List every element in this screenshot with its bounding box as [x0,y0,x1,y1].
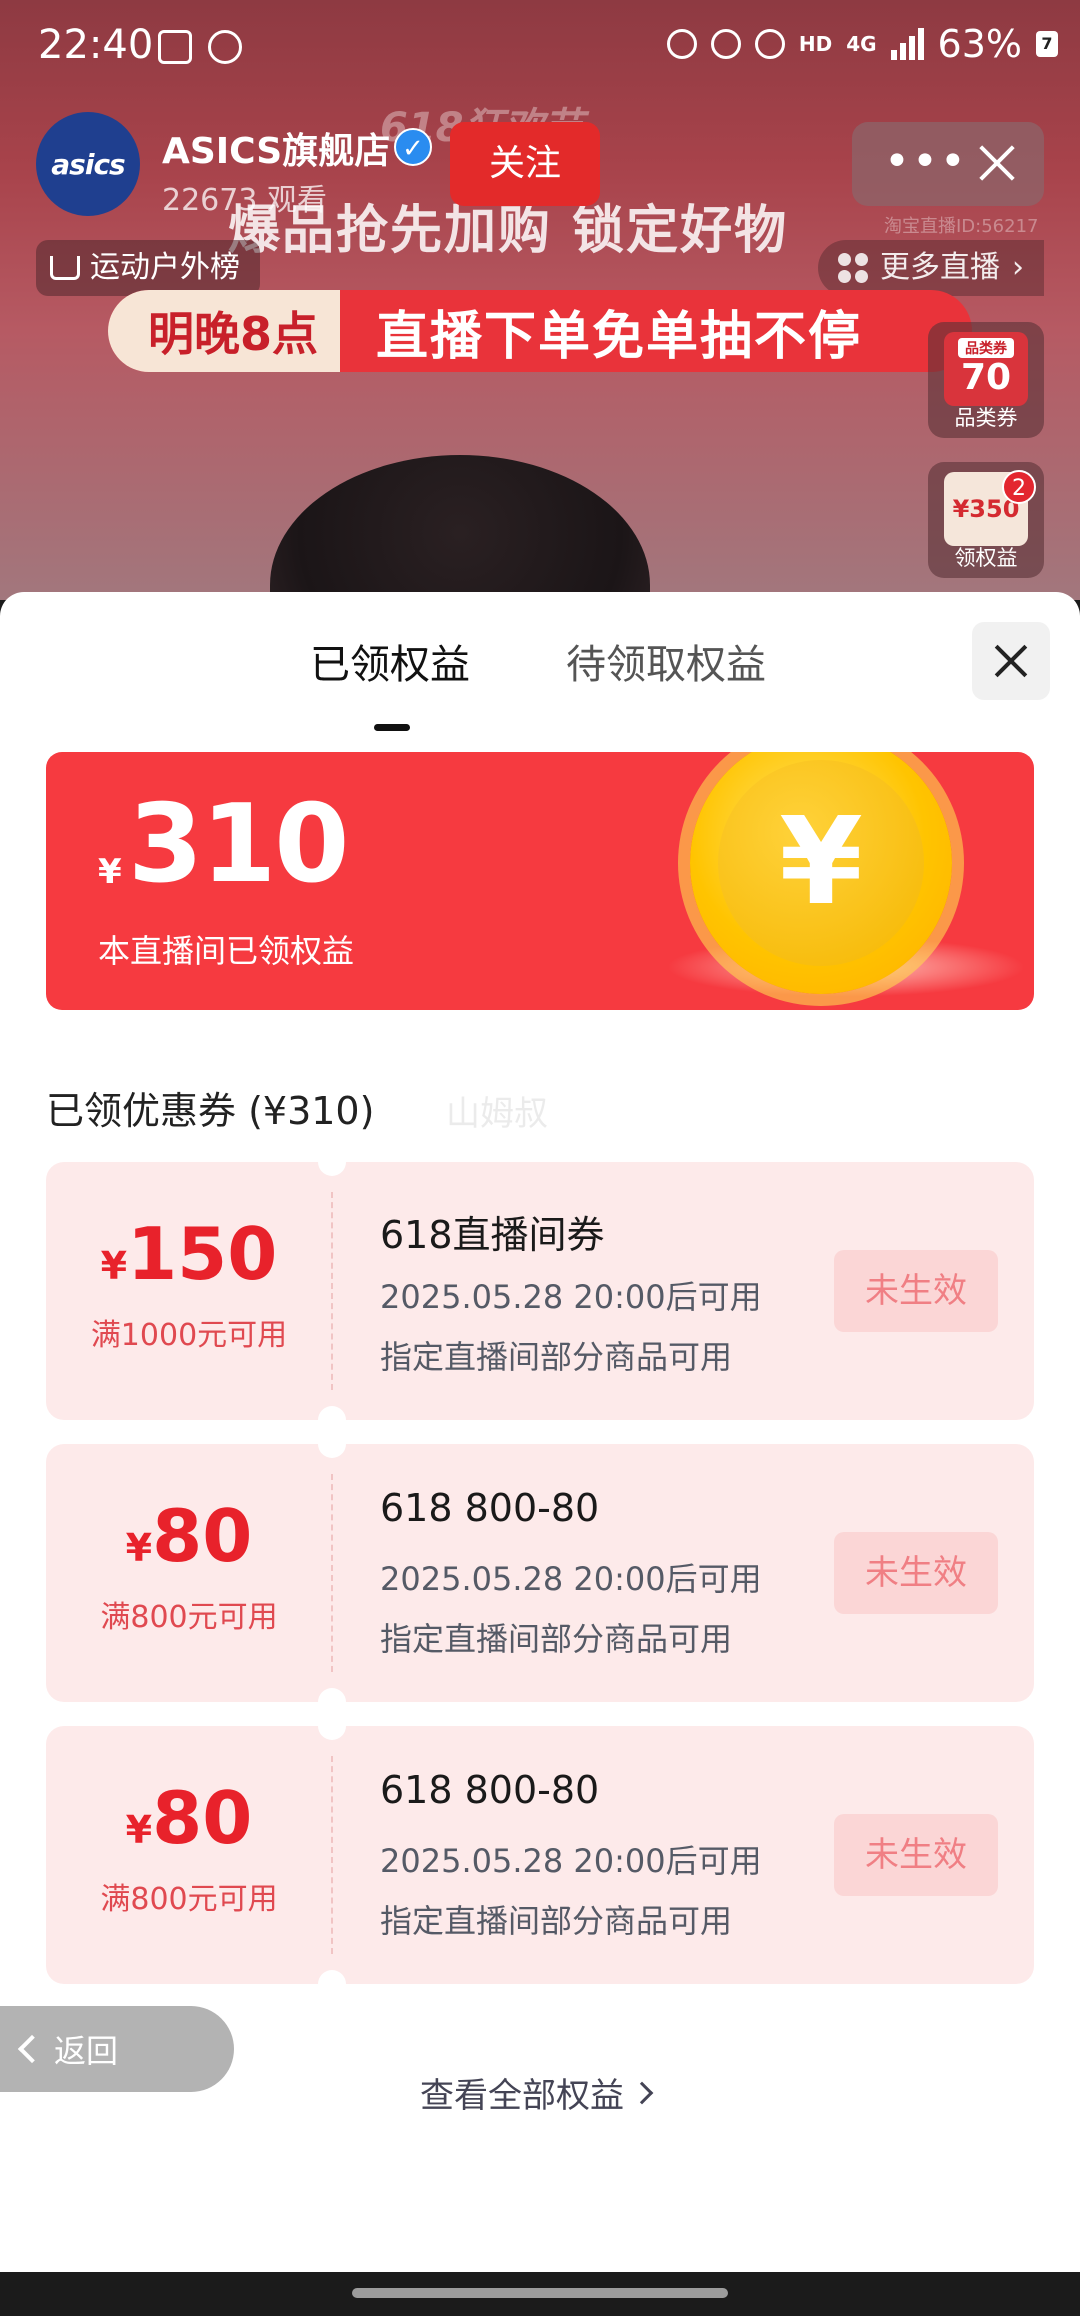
coupon-scope: 指定直播间部分商品可用 [380,1338,733,1376]
summary-card: ¥ 310 本直播间已领权益 ¥ [46,752,1034,1010]
coupon-status-button[interactable]: 未生效 [834,1250,998,1332]
wechat-icon [208,30,242,64]
signal-icon [890,28,924,60]
view-all-label: 查看全部权益 [420,2076,624,2116]
hd-label: HD [798,32,833,56]
mute-icon [710,29,741,59]
tab-pending[interactable]: 待领取权益 [566,632,766,690]
battery-icon: 7 [1036,31,1058,57]
home-indicator[interactable] [352,2288,728,2298]
store-name[interactable]: ASICS旗舰店 [162,122,390,174]
tab-claimed[interactable]: 已领权益 [310,632,470,690]
status-bar: 22:40 HD 4G 63% 7 [0,0,1080,95]
coupon-status-button[interactable]: 未生效 [834,1532,998,1614]
category-coupon-card[interactable]: 品类券 70 品类券 [928,322,1044,438]
status-time: 22:40 [38,22,154,68]
tab-indicator [374,724,410,731]
cart-icon [50,256,80,280]
network-label: 4G [846,32,877,56]
chevron-right-icon: › [1012,250,1024,285]
store-logo[interactable]: asics [36,112,140,216]
tab-bar: 已领权益 待领取权益 [0,632,1080,731]
coupon-validity: 2025.05.28 20:00后可用 [380,1842,762,1880]
sale-banner-time: 明晚8点 [108,290,340,372]
side-card-label: 领权益 [954,546,1018,570]
more-live-button[interactable]: 更多直播 › [818,240,1044,296]
alarm-icon [666,29,697,59]
coupon-status-button[interactable]: 未生效 [834,1814,998,1896]
coupon-title: 618 800-80 [380,1768,600,1812]
section-title: 已领优惠券 (¥310) [46,1089,375,1133]
summary-currency: ¥ [98,852,122,892]
more-icon[interactable]: ••• [884,140,968,184]
more-live-label: 更多直播 [880,250,1000,285]
summary-caption: 本直播间已领权益 [98,932,355,970]
chevron-left-icon [17,2034,47,2064]
coupon-title: 618 800-80 [380,1486,600,1530]
rank-label: 运动户外榜 [90,250,240,285]
coupon-title: 618直播间券 [380,1213,605,1257]
watermark: 山姆叔 [446,1094,548,1134]
coupon-card[interactable]: ¥80 满800元可用 618 800-80 2025.05.28 20:00后… [46,1430,1034,1716]
streamer-image [270,455,650,600]
view-all-link[interactable]: 查看全部权益 [420,2068,654,2117]
coupon-condition: 满1000元可用 [90,1318,288,1353]
coupon-amount: ¥80 [125,1776,253,1860]
coupon-scope: 指定直播间部分商品可用 [380,1902,733,1940]
coupon-condition: 满800元可用 [100,1882,278,1917]
coupon-card[interactable]: ¥150 满1000元可用 618直播间券 2025.05.28 20:00后可… [46,1148,1034,1434]
stream-id: 淘宝直播ID:56217 [884,216,1039,237]
chevron-right-icon [630,2081,654,2104]
coupon-validity: 2025.05.28 20:00后可用 [380,1560,762,1598]
coupon-thumb: 品类券 70 [944,332,1028,406]
coupon-amount: ¥150 [100,1212,278,1296]
battery-percent: 63% [937,22,1022,66]
sale-banner[interactable]: 明晚8点 直播下单免单抽不停 [108,290,972,372]
side-card-label: 品类券 [954,406,1018,430]
coupon-scope: 指定直播间部分商品可用 [380,1620,733,1658]
follow-button[interactable]: 关注 [450,122,600,206]
verified-icon: ✓ [394,128,432,166]
summary-amount: 310 [128,782,349,907]
back-label: 返回 [54,2032,119,2070]
system-nav-bar [0,2272,1080,2316]
close-icon[interactable] [972,622,1050,700]
count-badge: 2 [1002,470,1036,504]
wifi-icon [754,29,785,59]
rank-pill[interactable]: 运动户外榜 [36,240,260,296]
gallery-icon [158,30,192,64]
sale-banner-text: 直播下单免单抽不停 [376,306,863,367]
coupon-validity: 2025.05.28 20:00后可用 [380,1278,762,1316]
close-live-icon[interactable] [972,138,1022,188]
back-button[interactable]: 返回 [0,2006,234,2092]
benefits-card[interactable]: ¥350 2 领权益 [928,462,1044,578]
coupon-amount: ¥80 [125,1494,253,1578]
top-controls: ••• [852,122,1044,206]
coupon-card[interactable]: ¥80 满800元可用 618 800-80 2025.05.28 20:00后… [46,1712,1034,1998]
apps-icon [838,253,868,283]
coupon-condition: 满800元可用 [100,1600,278,1635]
